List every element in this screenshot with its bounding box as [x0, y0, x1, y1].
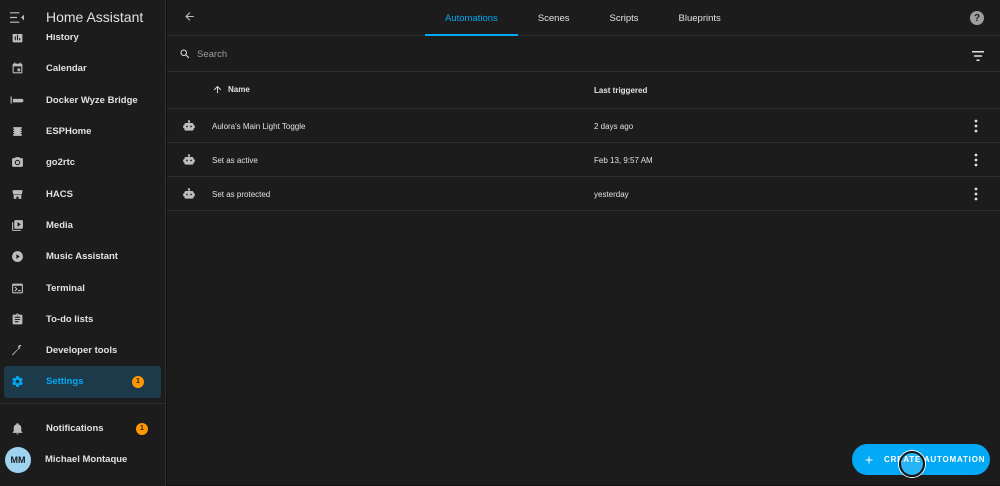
last-triggered: 2 days ago	[594, 122, 634, 131]
robot-icon	[182, 188, 196, 201]
gear-icon	[10, 375, 24, 389]
tab-scenes[interactable]: Scenes	[518, 0, 590, 36]
search-input[interactable]	[197, 44, 897, 64]
notifications-badge: 1	[136, 422, 148, 435]
notifications-label: Notifications	[46, 423, 104, 435]
more-vert-icon[interactable]	[974, 153, 978, 167]
column-header-last-triggered[interactable]: Last triggered	[594, 86, 647, 95]
column-header-name[interactable]: Name	[212, 84, 250, 95]
sidebar-item-label: Settings	[46, 376, 84, 388]
automation-name: Aulora's Main Light Toggle	[212, 122, 306, 131]
sidebar-item-label: ESPHome	[46, 126, 92, 138]
sidebar-item-go2rtc[interactable]: go2rtc	[0, 147, 165, 178]
sidebar-item-label: Developer tools	[46, 345, 118, 357]
sidebar-item-label: Terminal	[46, 282, 85, 294]
user-name: Michael Montaque	[45, 454, 128, 466]
sidebar-item-hacs[interactable]: HACS	[0, 178, 165, 209]
camera-icon	[10, 156, 24, 170]
chip-icon	[10, 125, 24, 139]
tab-automations[interactable]: Automations	[425, 0, 518, 36]
robot-icon	[182, 120, 196, 133]
tab-scripts[interactable]: Scripts	[590, 0, 659, 36]
sidebar-item-to-do-lists[interactable]: To-do lists	[0, 304, 165, 335]
last-triggered: Feb 13, 9:57 AM	[594, 156, 653, 165]
menu-collapse-icon[interactable]	[10, 9, 26, 25]
sidebar-nav: History Calendar Docker Wyze Bridge ESPH…	[0, 22, 165, 398]
back-arrow-icon[interactable]	[183, 10, 197, 24]
sidebar: History Calendar Docker Wyze Bridge ESPH…	[0, 0, 166, 486]
search-bar	[167, 36, 1000, 72]
last-triggered: yesterday	[594, 190, 629, 199]
sidebar-item-label: Media	[46, 219, 73, 231]
sidebar-item-media[interactable]: Media	[0, 210, 165, 241]
sidebar-item-user[interactable]: MM Michael Montaque	[0, 444, 165, 475]
settings-badge: 1	[132, 375, 144, 388]
app-title: Home Assistant	[46, 9, 144, 25]
sidebar-item-label: To-do lists	[46, 313, 94, 325]
tab-blueprints[interactable]: Blueprints	[659, 0, 741, 36]
main-content: Automations Scenes Scripts Blueprints ? …	[167, 0, 1000, 486]
sidebar-item-terminal[interactable]: Terminal	[0, 272, 165, 303]
sidebar-item-docker-wyze-bridge[interactable]: Docker Wyze Bridge	[0, 85, 165, 116]
more-vert-icon[interactable]	[974, 187, 978, 201]
automations-table: Name Last triggered Aulora's Main Light …	[167, 72, 1000, 485]
sidebar-header: Home Assistant	[0, 0, 165, 34]
filter-icon[interactable]	[972, 48, 984, 61]
help-icon[interactable]: ?	[970, 11, 984, 25]
bell-icon	[10, 422, 24, 436]
avatar: MM	[5, 446, 31, 473]
sort-ascending-icon	[212, 84, 223, 95]
column-name-label: Name	[228, 85, 250, 94]
automation-name: Set as protected	[212, 190, 271, 199]
store-icon	[10, 187, 24, 201]
plus-icon	[863, 454, 875, 466]
play-box-icon	[10, 218, 24, 232]
sidebar-item-label: Calendar	[46, 63, 87, 75]
sidebar-item-notifications[interactable]: Notifications 1	[0, 413, 165, 444]
console-icon	[10, 281, 24, 295]
sidebar-item-label: Docker Wyze Bridge	[46, 94, 138, 106]
sidebar-item-music-assistant[interactable]: Music Assistant	[0, 241, 165, 272]
sidebar-item-esphome[interactable]: ESPHome	[0, 116, 165, 147]
sidebar-divider	[0, 403, 165, 404]
more-vert-icon[interactable]	[974, 119, 978, 133]
sidebar-bottom: Notifications 1 MM Michael Montaque	[0, 413, 165, 476]
sidebar-item-label: HACS	[46, 188, 73, 200]
top-bar: Automations Scenes Scripts Blueprints ?	[167, 0, 1000, 36]
table-header: Name Last triggered	[167, 72, 1000, 109]
clipboard-list-icon	[10, 312, 24, 326]
table-row[interactable]: Set as active Feb 13, 9:57 AM	[167, 143, 1000, 177]
sidebar-item-calendar[interactable]: Calendar	[0, 53, 165, 84]
sidebar-item-developer-tools[interactable]: Developer tools	[0, 335, 165, 366]
automation-name: Set as active	[212, 156, 258, 165]
cctv-icon	[10, 93, 24, 107]
sidebar-item-label: go2rtc	[46, 157, 76, 169]
play-circle-icon	[10, 250, 24, 264]
hammer-icon	[10, 344, 24, 358]
calendar-icon	[10, 62, 24, 76]
tab-bar: Automations Scenes Scripts Blueprints	[425, 0, 741, 36]
table-row[interactable]: Aulora's Main Light Toggle 2 days ago	[167, 109, 1000, 143]
sidebar-item-label: Music Assistant	[46, 251, 118, 263]
sidebar-item-settings[interactable]: Settings 1	[4, 366, 161, 398]
mouse-cursor-highlight	[899, 451, 925, 477]
search-icon	[179, 47, 191, 59]
table-row[interactable]: Set as protected yesterday	[167, 177, 1000, 211]
robot-icon	[182, 154, 196, 167]
